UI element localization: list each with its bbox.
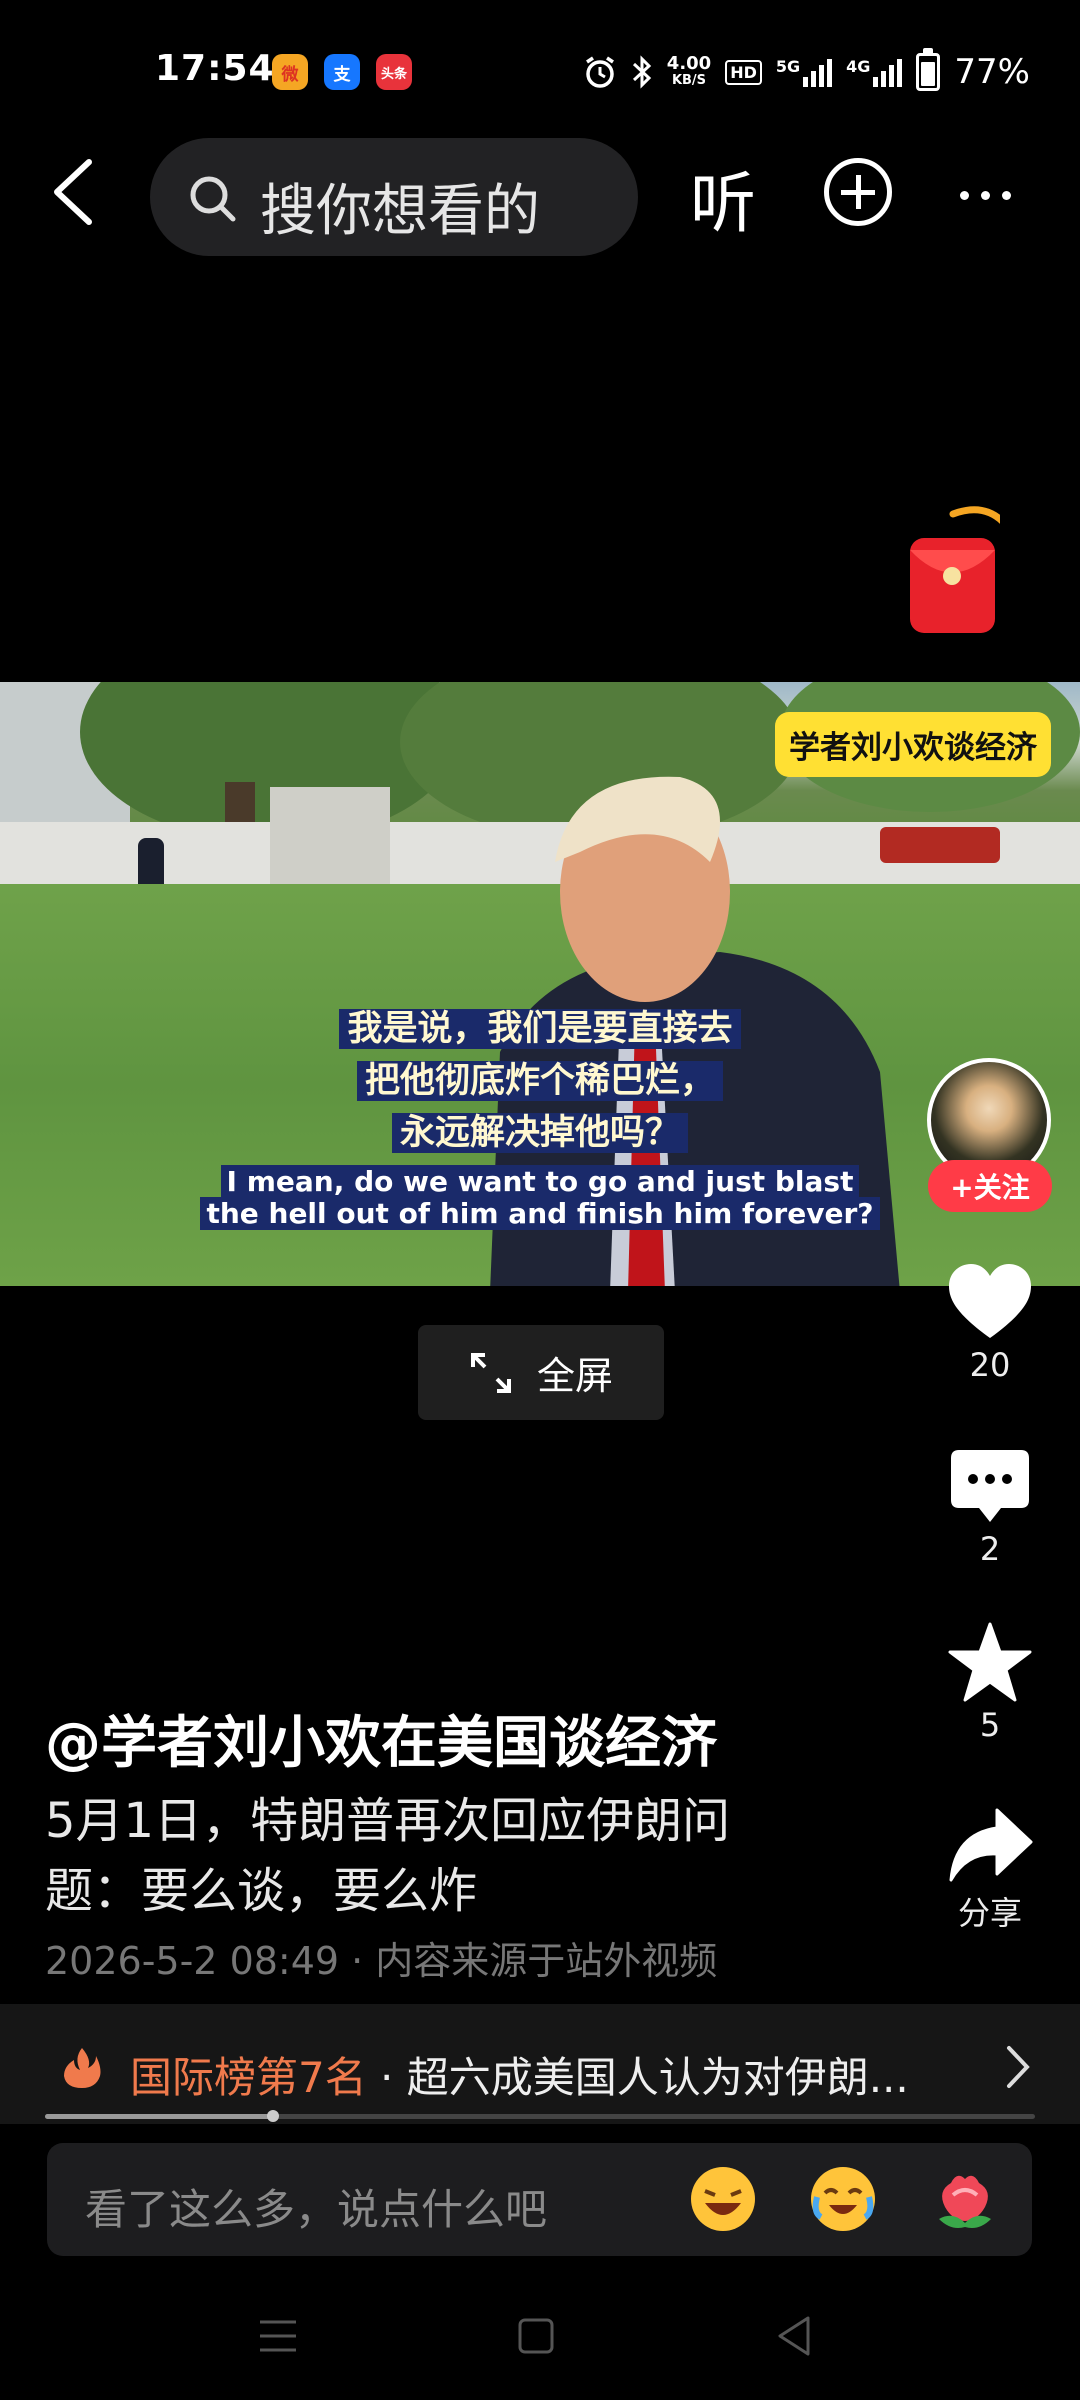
signal-5g: 5G [775,57,833,87]
video-progress-bar[interactable] [45,2114,1035,2119]
video-scene-guardhouse [270,787,390,892]
star-icon [948,1622,1032,1702]
video-progress-knob[interactable] [266,2110,279,2122]
bluetooth-icon [632,55,651,89]
more-options-button[interactable] [960,170,1026,220]
favorite-count: 5 [979,1706,1001,1744]
chevron-right-icon [1007,2046,1030,2088]
status-time: 17:54 [155,48,275,89]
home-square-icon[interactable] [518,2316,554,2356]
channel-watermark-tag: 学者刘小欢谈经济 [775,712,1051,777]
comment-input-bar[interactable]: 看了这么多，说点什么吧 [47,2143,1032,2256]
red-envelope-icon[interactable] [905,500,1000,635]
toutiao-icon: 头条 [376,54,412,90]
follow-button[interactable]: +关注 [928,1160,1052,1212]
subtitle-en-line-1: I mean, do we want to go and just blast [220,1165,860,1198]
net-speed-value: 4.00 [666,53,712,74]
battery-icon [916,48,941,91]
trending-banner[interactable]: 国际榜第7名 · 超六成美国人认为对伊朗... [0,2004,1080,2124]
comment-count: 2 [979,1530,1001,1568]
like-count: 20 [969,1346,1011,1384]
system-nav-bar [0,2290,1080,2400]
battery-percent: 77% [954,52,1030,92]
fullscreen-label: 全屏 [536,1354,613,1398]
fullscreen-button[interactable]: 全屏 [418,1325,664,1420]
trending-title: · 超六成美国人认为对伊朗... [380,2053,909,2102]
cry-laugh-emoji-icon[interactable] [811,2167,875,2231]
alipay-icon: 支 [324,54,360,90]
subtitle-cn-line-2: 把他彻底炸个稀巴烂， [356,1061,723,1101]
back-triangle-icon[interactable] [776,2314,812,2358]
laugh-emoji-icon[interactable] [691,2167,755,2231]
post-meta: 2026-5-2 08:49 · 内容来源于站外视频 [45,1939,718,1983]
comment-bubble-icon [951,1450,1029,1522]
heart-icon [949,1264,1031,1338]
back-button[interactable] [45,152,105,232]
weibo-icon: 微 [272,54,308,90]
expand-icon [470,1352,511,1393]
trending-rank: 国际榜第7名 [130,2053,367,2102]
flame-icon [64,2048,101,2088]
author-name[interactable]: @学者刘小欢在美国谈经济 [45,1698,717,1779]
post-description: 5月1日，特朗普再次回应伊朗问题：要么谈，要么炸 [45,1793,731,1919]
search-box[interactable]: 搜你想看的 [150,138,638,256]
video-progress-fill [45,2114,273,2119]
favorite-button[interactable]: 5 [925,1622,1055,1744]
menu-icon[interactable] [258,2316,298,2356]
subtitle-cn-line-1: 我是说，我们是要直接去 [339,1009,741,1049]
listen-button[interactable]: 听 [690,150,756,246]
add-button[interactable] [824,158,892,226]
subtitle-cn-line-3: 永远解决掉他吗？ [391,1113,688,1153]
rose-emoji-icon[interactable] [933,2167,997,2231]
share-arrow-icon [949,1808,1033,1882]
signal-4g: 4G [846,57,903,87]
search-placeholder: 搜你想看的 [260,179,540,244]
net-speed-unit: KB/S [671,73,707,88]
signal-4g-label: 4G [846,57,871,76]
signal-5g-label: 5G [775,57,801,76]
subtitle-en-line-2: the hell out of him and finish him forev… [200,1197,880,1230]
alarm-icon [585,56,614,88]
status-right: 4.00 KB/S HD 5G 4G 77% [583,48,1030,94]
signal-bars-icon [803,57,833,87]
share-label: 分享 [957,1894,1022,1932]
hd-badge: HD [725,59,762,85]
net-speed: 4.00 KB/S [667,55,711,89]
comment-button[interactable]: 2 [925,1448,1055,1568]
signal-bars-icon [873,57,903,87]
status-bar: 17:54 微 支 头条 4.00 KB/S HD 5G 4G 77% [0,0,1080,140]
share-button[interactable]: 分享 [925,1806,1055,1934]
like-button[interactable]: 20 [925,1262,1055,1384]
comment-placeholder: 看了这么多，说点什么吧 [85,2185,548,2234]
search-icon [190,176,236,222]
chevron-left-icon [54,159,92,225]
